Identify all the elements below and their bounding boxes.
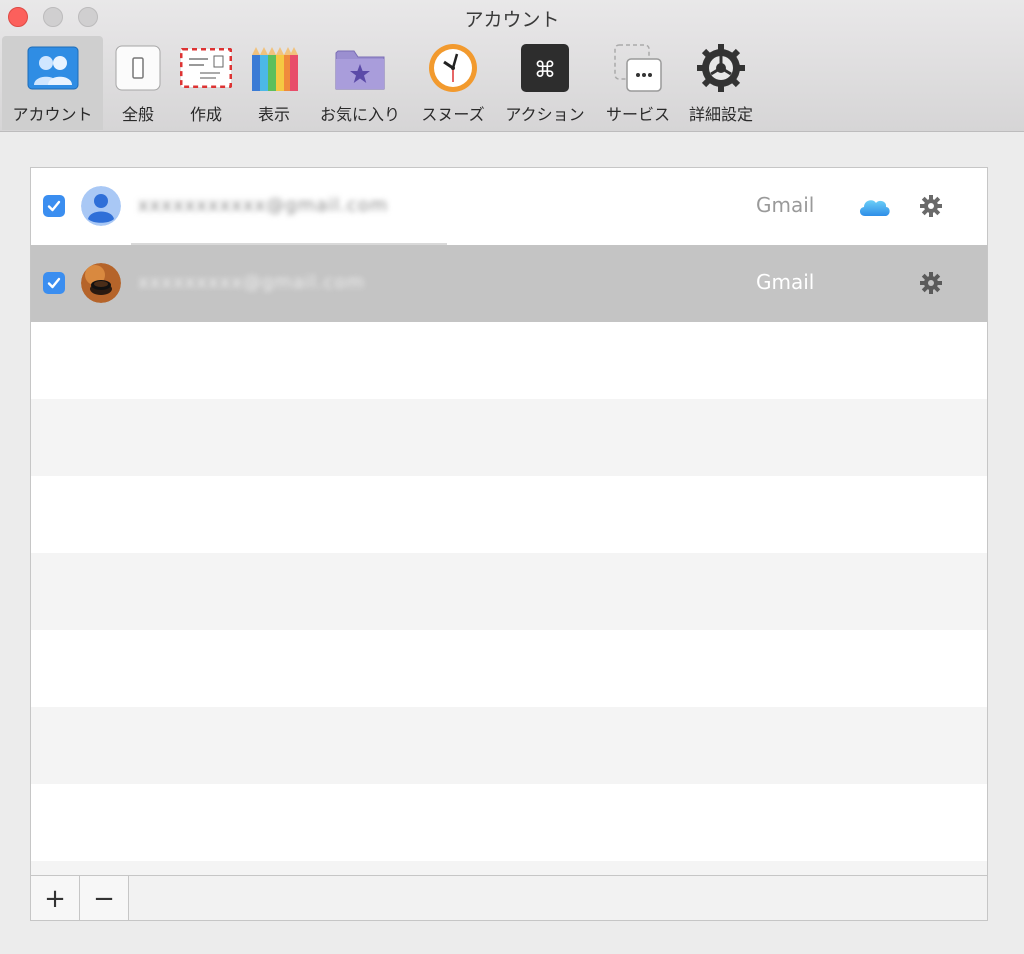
services-ellipsis-icon <box>612 42 664 94</box>
default-person-avatar <box>81 186 121 226</box>
empty-row <box>31 399 987 476</box>
toolbar-label-accounts: アカウント <box>12 105 93 124</box>
toolbar-item-actions[interactable]: ⌘ アクション <box>500 36 590 130</box>
account-email: xxxxxxxxxxx@gmail.com <box>138 195 389 216</box>
toolbar-label-display: 表示 <box>257 105 290 124</box>
toolbar-item-snooze[interactable]: スヌーズ <box>414 36 492 130</box>
empty-row <box>31 784 987 861</box>
command-key-icon: ⌘ <box>519 42 571 94</box>
remove-account-button[interactable]: − <box>80 876 129 920</box>
toolbar-label-general: 全般 <box>121 105 154 124</box>
title-toolbar: アカウント アカウント 全般 作成 表示 お気に入り スヌーズ ⌘ アクション … <box>0 0 1024 132</box>
account-type-label: Gmail <box>756 193 815 217</box>
account-enabled-checkbox[interactable] <box>43 195 65 217</box>
toolbar-item-compose[interactable]: 作成 <box>178 36 234 130</box>
empty-row <box>31 322 987 399</box>
compose-envelope-icon <box>180 42 232 94</box>
favorites-star-folder-icon <box>334 42 386 94</box>
toolbar-label-actions: アクション <box>505 105 585 124</box>
coffee-photo-avatar <box>81 263 121 303</box>
toolbar-item-accounts[interactable]: アカウント <box>2 36 103 130</box>
icloud-icon <box>857 194 891 218</box>
toolbar-item-favorites[interactable]: お気に入り <box>314 36 406 130</box>
window-title: アカウント <box>464 9 560 31</box>
account-settings-gear-icon[interactable] <box>920 195 942 217</box>
account-settings-gear-icon[interactable] <box>920 272 942 294</box>
toolbar-item-advanced[interactable]: 詳細設定 <box>684 36 758 130</box>
toolbar-label-favorites: お気に入り <box>319 105 400 124</box>
empty-row <box>31 476 987 553</box>
general-switch-icon <box>112 42 164 94</box>
snooze-clock-icon <box>427 42 479 94</box>
preferences-window: アカウント アカウント 全般 作成 表示 お気に入り スヌーズ ⌘ アクション … <box>0 0 1024 954</box>
account-list: xxxxxxxxxxx@gmail.com Gmail xxxxxxxxx@gm… <box>30 167 988 921</box>
advanced-gear-icon <box>695 42 747 94</box>
toolbar-item-services[interactable]: サービス <box>600 36 676 130</box>
toolbar-label-compose: 作成 <box>189 105 222 124</box>
account-email: xxxxxxxxx@gmail.com <box>138 272 366 293</box>
toolbar-label-snooze: スヌーズ <box>421 105 485 124</box>
account-type-label: Gmail <box>756 270 815 294</box>
toolbar-label-services: サービス <box>605 105 670 124</box>
empty-row <box>31 707 987 784</box>
empty-row <box>31 630 987 707</box>
toolbar-label-advanced: 詳細設定 <box>688 105 753 124</box>
account-row[interactable]: xxxxxxxxxxx@gmail.com Gmail <box>31 168 987 248</box>
add-account-button[interactable]: + <box>31 876 80 920</box>
toolbar-item-general[interactable]: 全般 <box>110 36 166 130</box>
accounts-icon <box>27 42 79 94</box>
empty-row <box>31 861 987 875</box>
toolbar-item-display[interactable]: 表示 <box>246 36 302 130</box>
colored-pencils-icon <box>248 42 300 94</box>
account-enabled-checkbox[interactable] <box>43 272 65 294</box>
account-row[interactable]: xxxxxxxxx@gmail.com Gmail <box>31 245 987 322</box>
svg-text:⌘: ⌘ <box>534 58 556 83</box>
empty-row <box>31 553 987 630</box>
list-footer: + − <box>31 875 987 920</box>
